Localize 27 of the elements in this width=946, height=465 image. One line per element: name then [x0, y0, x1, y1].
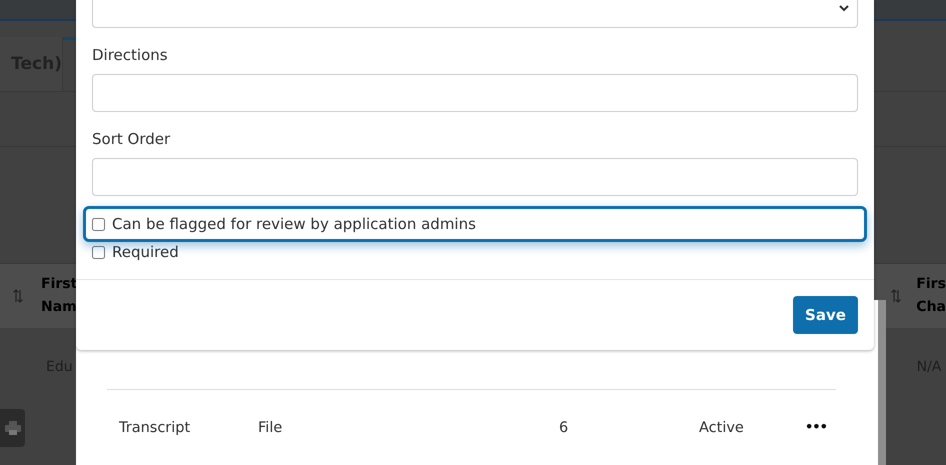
checkbox[interactable] — [92, 218, 105, 230]
checkbox-option[interactable]: Can be flagged for review by application admins — [83, 206, 867, 242]
printer-icon — [4, 421, 20, 435]
checkbox[interactable] — [92, 246, 105, 258]
sort-icon[interactable] — [13, 289, 23, 303]
input-field[interactable] — [92, 74, 858, 112]
column-header: Nam — [41, 298, 78, 317]
table-cell-text: Active — [699, 420, 745, 436]
table-cell-text: File — [258, 420, 284, 436]
table-cell-text: 6 — [559, 420, 570, 436]
chevron-down-icon — [839, 4, 849, 12]
save-button[interactable]: Save — [793, 296, 858, 334]
column-header: Firs — [916, 275, 946, 294]
table-cell-text: Transcript — [118, 420, 192, 436]
checkbox-label: Required — [112, 243, 179, 261]
select-field[interactable] — [92, 0, 858, 28]
input-field[interactable] — [92, 158, 858, 196]
sort-icon[interactable] — [891, 289, 902, 303]
column-header: First — [41, 275, 78, 294]
field-label: Directions — [92, 46, 169, 64]
print-button[interactable] — [0, 409, 25, 447]
field-label: Sort Order — [92, 130, 172, 148]
column-header: Cha — [916, 298, 946, 317]
checkbox-label: Can be flagged for review by application admins — [112, 215, 476, 233]
scrollbar[interactable] — [878, 300, 886, 465]
more-button[interactable]: ••• — [805, 420, 827, 435]
checkbox-option[interactable]: Required — [92, 242, 179, 262]
